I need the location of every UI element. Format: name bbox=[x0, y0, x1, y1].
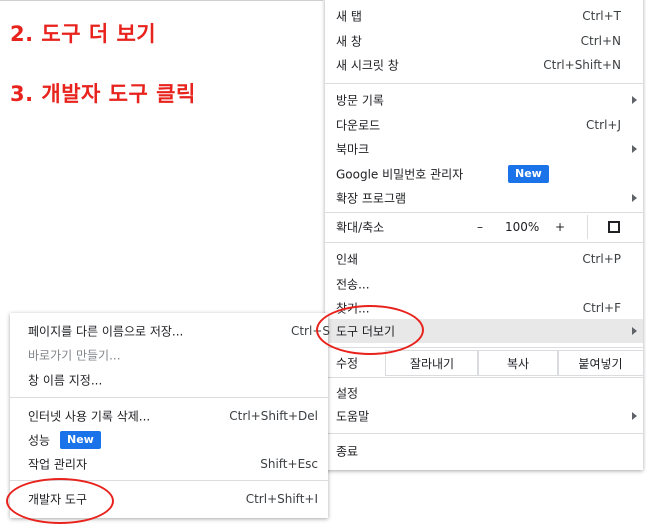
menu-item-label: 찾기... bbox=[336, 301, 370, 316]
edit-label: 수정 bbox=[336, 356, 359, 371]
menu-item-label: 새 시크릿 창 bbox=[336, 58, 399, 73]
submenu-developer-tools[interactable]: 개발자 도구 Ctrl+Shift+I bbox=[10, 487, 328, 511]
menu-item-label: 인쇄 bbox=[336, 252, 359, 267]
submenu-clear-browsing-data[interactable]: 인터넷 사용 기록 삭제... Ctrl+Shift+Del bbox=[10, 404, 328, 428]
zoom-out-button[interactable]: – bbox=[477, 220, 483, 234]
menu-item-shortcut: Ctrl+J bbox=[586, 118, 621, 132]
menu-bookmarks[interactable]: 북마크 bbox=[325, 137, 643, 161]
more-tools-submenu: 페이지를 다른 이름으로 저장... Ctrl+S 바로가기 만들기... 창 … bbox=[10, 313, 330, 518]
menu-cast[interactable]: 전송... bbox=[325, 272, 643, 296]
menu-item-shortcut: Ctrl+P bbox=[582, 252, 621, 266]
menu-separator bbox=[325, 433, 643, 434]
menu-new-tab[interactable]: 새 탭 Ctrl+T bbox=[325, 4, 643, 28]
menu-separator bbox=[325, 377, 643, 378]
submenu-arrow-icon bbox=[632, 145, 637, 153]
menu-item-label: 설정 bbox=[336, 386, 359, 401]
menu-item-shortcut: Ctrl+S bbox=[290, 324, 330, 338]
menu-item-shortcut: Shift+Esc bbox=[260, 457, 318, 471]
menu-new-incognito-window[interactable]: 새 시크릿 창 Ctrl+Shift+N bbox=[325, 53, 643, 77]
step3-annotation: 3. 개발자 도구 클릭 bbox=[10, 82, 196, 106]
menu-separator bbox=[325, 347, 643, 348]
menu-item-label: 다운로드 bbox=[336, 118, 381, 133]
menu-item-label: 종료 bbox=[336, 444, 359, 459]
menu-item-shortcut: Ctrl+N bbox=[580, 34, 621, 48]
menu-downloads[interactable]: 다운로드 Ctrl+J bbox=[325, 113, 643, 137]
menu-item-label: 북마크 bbox=[336, 142, 370, 157]
submenu-arrow-icon bbox=[632, 96, 637, 104]
submenu-arrow-icon bbox=[632, 194, 637, 202]
menu-item-label: 새 탭 bbox=[336, 9, 362, 24]
menu-item-label: 개발자 도구 bbox=[28, 492, 88, 507]
page-top-border bbox=[0, 0, 323, 1]
zoom-level: 100% bbox=[505, 220, 540, 234]
menu-item-label: 바로가기 만들기... bbox=[28, 348, 121, 363]
menu-item-label: 작업 관리자 bbox=[28, 457, 88, 472]
menu-item-shortcut: Ctrl+Shift+Del bbox=[229, 409, 318, 423]
menu-item-shortcut: Ctrl+Shift+I bbox=[245, 492, 318, 506]
zoom-label: 확대/축소 bbox=[336, 220, 385, 235]
zoom-in-button[interactable]: + bbox=[555, 220, 565, 234]
copy-button[interactable]: 복사 bbox=[477, 350, 559, 376]
menu-settings[interactable]: 설정 bbox=[325, 381, 643, 405]
new-badge: New bbox=[508, 165, 549, 183]
menu-item-label: Google 비밀번호 관리자 bbox=[336, 167, 464, 182]
submenu-name-window[interactable]: 창 이름 지정... bbox=[10, 368, 328, 392]
menu-find[interactable]: 찾기... Ctrl+F bbox=[325, 296, 643, 320]
menu-item-label: 방문 기록 bbox=[336, 93, 384, 108]
fullscreen-icon[interactable] bbox=[608, 221, 620, 233]
menu-item-label: 페이지를 다른 이름으로 저장... bbox=[28, 324, 184, 339]
menu-new-window[interactable]: 새 창 Ctrl+N bbox=[325, 29, 643, 53]
menu-item-shortcut: Ctrl+T bbox=[582, 9, 621, 23]
menu-extensions[interactable]: 확장 프로그램 bbox=[325, 186, 643, 210]
zoom-divider bbox=[587, 215, 588, 239]
menu-history[interactable]: 방문 기록 bbox=[325, 88, 643, 112]
menu-separator bbox=[325, 242, 643, 243]
menu-more-tools[interactable]: 도구 더보기 bbox=[325, 319, 643, 343]
menu-item-shortcut: Ctrl+F bbox=[582, 301, 621, 315]
menu-item-label: 성능 bbox=[28, 433, 51, 448]
paste-button[interactable]: 붙여넣기 bbox=[557, 350, 644, 376]
menu-item-label: 도구 더보기 bbox=[336, 324, 396, 339]
cut-button[interactable]: 잘라내기 bbox=[385, 350, 479, 376]
menu-help[interactable]: 도움말 bbox=[325, 404, 643, 428]
chrome-main-menu: 새 탭 Ctrl+T 새 창 Ctrl+N 새 시크릿 창 Ctrl+Shift… bbox=[325, 0, 644, 470]
menu-edit-row: 수정 잘라내기 복사 붙여넣기 bbox=[325, 350, 644, 376]
menu-zoom-row: 확대/축소 – 100% + bbox=[325, 215, 643, 239]
submenu-create-shortcut: 바로가기 만들기... bbox=[10, 343, 328, 367]
menu-item-label: 확장 프로그램 bbox=[336, 191, 407, 206]
menu-item-label: 창 이름 지정... bbox=[28, 373, 103, 388]
menu-item-shortcut: Ctrl+Shift+N bbox=[543, 58, 621, 72]
submenu-save-page-as[interactable]: 페이지를 다른 이름으로 저장... Ctrl+S bbox=[10, 319, 330, 343]
new-badge: New bbox=[60, 431, 101, 449]
menu-separator bbox=[10, 480, 328, 481]
menu-password-manager[interactable]: Google 비밀번호 관리자 New bbox=[325, 162, 643, 186]
menu-separator bbox=[325, 83, 643, 84]
submenu-task-manager[interactable]: 작업 관리자 Shift+Esc bbox=[10, 452, 328, 476]
menu-item-label: 도움말 bbox=[336, 409, 370, 424]
step2-annotation: 2. 도구 더 보기 bbox=[10, 22, 157, 46]
menu-separator bbox=[10, 397, 328, 398]
menu-item-label: 인터넷 사용 기록 삭제... bbox=[28, 409, 151, 424]
menu-print[interactable]: 인쇄 Ctrl+P bbox=[325, 247, 643, 271]
menu-item-label: 새 창 bbox=[336, 34, 362, 49]
submenu-arrow-icon bbox=[632, 327, 637, 335]
menu-item-label: 전송... bbox=[336, 277, 370, 292]
menu-exit[interactable]: 종료 bbox=[325, 439, 643, 463]
submenu-arrow-icon bbox=[632, 412, 637, 420]
menu-separator bbox=[325, 212, 643, 213]
submenu-performance[interactable]: 성능 New bbox=[10, 428, 328, 452]
